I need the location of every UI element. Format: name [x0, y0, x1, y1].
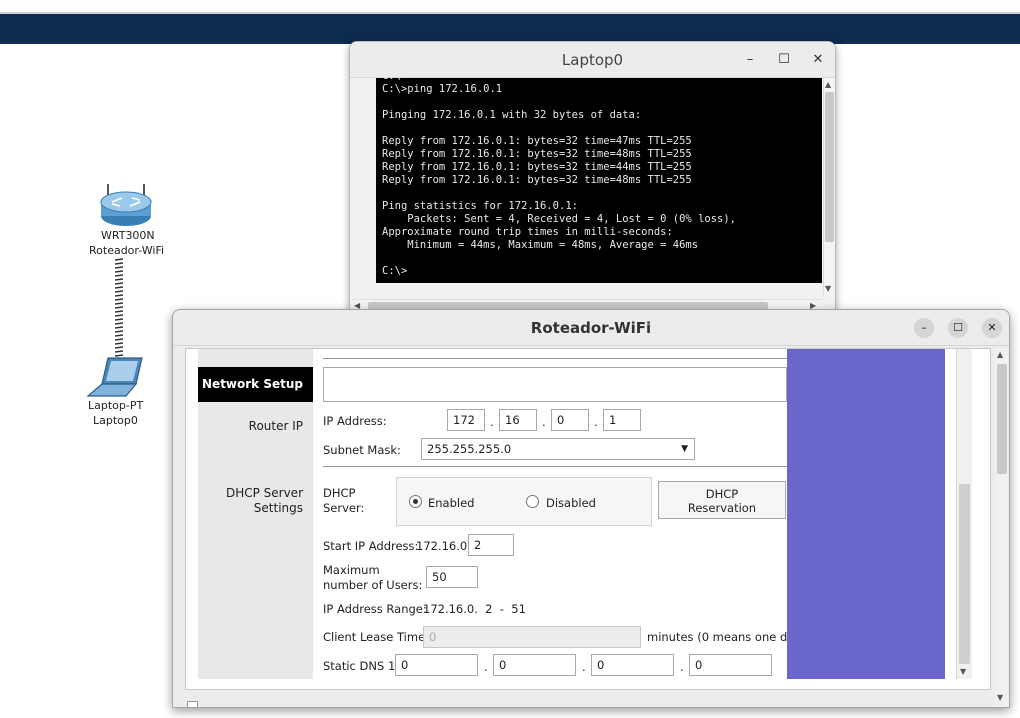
laptop-icon[interactable]	[86, 356, 146, 400]
workspace: WRT300N Roteador-WiFi Laptop-PT Laptop0	[0, 0, 1020, 718]
scroll-up-icon[interactable]: ▲	[825, 80, 831, 90]
window-scroll-thumb[interactable]	[997, 364, 1007, 474]
dns-dot-1: .	[484, 660, 488, 674]
section-divider	[323, 358, 787, 359]
minimize-icon[interactable]: –	[914, 318, 934, 338]
terminal-line: Reply from 172.16.0.1: bytes=32 time=48m…	[382, 174, 692, 186]
close-icon[interactable]: ✕	[808, 50, 828, 70]
router-gui-panel: Network Setup Router IP DHCP Server Sett…	[185, 348, 991, 690]
scroll-down-icon[interactable]: ▼	[825, 284, 831, 294]
ip-dot-1: .	[490, 415, 494, 429]
laptop-name-label: Laptop0	[93, 414, 138, 427]
terminal-line: Approximate round trip times in milli-se…	[382, 226, 673, 238]
client-lease-label: Client Lease Time:	[323, 630, 430, 644]
ip-octet-3-field[interactable]: 0	[551, 409, 589, 431]
router-config-window: Roteador-WiFi – ☐ ✕ Network Setup Router…	[172, 309, 1010, 708]
terminal-line: Reply from 172.16.0.1: bytes=32 time=47m…	[382, 135, 692, 147]
close-icon[interactable]: ✕	[982, 318, 1002, 338]
scroll-up-icon[interactable]: ▲	[997, 350, 1003, 360]
ip-address-label: IP Address:	[323, 414, 387, 428]
dhcp-server-label-text: DHCP Server:	[323, 486, 365, 515]
dns-dot-2: .	[582, 660, 586, 674]
laptop-window-title: Laptop0	[561, 51, 624, 69]
terminal-line: C:\>ping 172.16.0.1	[382, 83, 503, 95]
terminal-line: Reply from 172.16.0.1: bytes=32 time=48m…	[382, 148, 692, 160]
terminal-line: Minimum = 44ms, Maximum = 48ms, Average …	[382, 239, 699, 251]
dns-octet-1-field[interactable]: 0	[395, 654, 478, 676]
dhcp-server-label: DHCP Server:	[323, 486, 371, 516]
laptop-model-label: Laptop-PT	[88, 399, 144, 412]
router-window-title: Roteador-WiFi	[530, 319, 652, 337]
dhcp-disabled-label: Disabled	[546, 496, 596, 510]
router-ip-section-label: Router IP	[248, 419, 303, 433]
terminal-line: Reply from 172.16.0.1: bytes=32 time=44m…	[382, 161, 692, 173]
start-ip-label: Start IP Address:	[323, 539, 419, 553]
ip-octet-4-field[interactable]: 1	[603, 409, 641, 431]
max-users-label: Maximum number of Users:	[323, 563, 423, 592]
dns-octet-2-field[interactable]: 0	[493, 654, 576, 676]
subnet-mask-select[interactable]: 255.255.255.0 ▼	[421, 438, 695, 460]
terminal-scroll-thumb[interactable]	[825, 92, 834, 242]
window-vertical-scrollbar[interactable]: ▲ ▼	[995, 348, 1009, 707]
dns-octet-4-field[interactable]: 0	[689, 654, 772, 676]
start-ip-field[interactable]: 2	[468, 534, 514, 556]
network-setup-header-box	[323, 367, 787, 402]
network-setup-header: Network Setup	[198, 367, 313, 402]
ip-octet-1-field[interactable]: 172	[447, 409, 485, 431]
dhcp-reservation-button[interactable]: DHCP Reservation	[658, 481, 786, 519]
maximize-icon[interactable]: ☐	[948, 318, 968, 338]
minimize-icon[interactable]: –	[740, 50, 760, 70]
router-name-label: Roteador-WiFi	[89, 244, 165, 257]
client-lease-field: 0	[423, 626, 641, 648]
ip-dot-2: .	[542, 415, 546, 429]
static-dns-label: Static DNS 1:	[323, 659, 400, 673]
dhcp-enabled-label: Enabled	[428, 496, 475, 510]
settings-vertical-scrollbar[interactable]: ▼	[956, 349, 972, 679]
terminal-line: Pinging 172.16.0.1 with 32 bytes of data…	[382, 109, 642, 121]
side-banner-panel	[787, 349, 945, 679]
dns-octet-3-field[interactable]: 0	[591, 654, 674, 676]
router-model-label: WRT300N	[101, 229, 155, 242]
terminal-line: Packets: Sent = 4, Received = 4, Lost = …	[382, 213, 737, 225]
terminal-line: Ping statistics for 172.16.0.1:	[382, 200, 578, 212]
router-window-titlebar[interactable]: Roteador-WiFi – ☐ ✕	[173, 310, 1009, 346]
dhcp-enabled-radio[interactable]	[409, 495, 422, 508]
dhcp-settings-section-label: DHCP Server Settings	[225, 486, 303, 515]
partial-checkbox[interactable]	[187, 701, 198, 707]
terminal-vertical-scrollbar[interactable]: ▲ ▼	[823, 78, 835, 296]
start-ip-prefix: 172.16.0.	[416, 539, 471, 553]
ip-range-label: IP Address Range:	[323, 602, 427, 616]
command-prompt-terminal[interactable]: C:\> C:\>ping 172.16.0.1 Pinging 172.16.0…	[376, 78, 822, 283]
terminal-line: C:\>	[382, 265, 408, 277]
laptop-window-titlebar[interactable]: Laptop0 – ☐ ✕	[350, 42, 835, 78]
maximize-icon[interactable]: ☐	[774, 50, 794, 70]
subnet-mask-value: 255.255.255.0	[427, 442, 512, 456]
max-users-field[interactable]: 50	[426, 566, 478, 588]
client-lease-note: minutes (0 means one day)	[647, 630, 806, 644]
subnet-mask-label: Subnet Mask:	[323, 443, 401, 457]
wireless-link	[114, 258, 124, 357]
top-toolbar	[0, 14, 1020, 44]
ip-octet-2-field[interactable]: 16	[499, 409, 537, 431]
settings-scroll-thumb[interactable]	[959, 484, 970, 664]
section-divider	[323, 466, 787, 467]
ip-dot-3: .	[594, 415, 598, 429]
scroll-down-icon[interactable]: ▼	[997, 693, 1003, 703]
laptop-window: Laptop0 – ☐ ✕ C:\> C:\>ping 172.16.0.1 Pi…	[349, 41, 836, 313]
scroll-down-icon[interactable]: ▼	[960, 667, 966, 677]
dhcp-disabled-radio[interactable]	[526, 495, 539, 508]
ip-range-value: 172.16.0. 2 - 51	[423, 602, 526, 616]
dns-dot-3: .	[680, 660, 684, 674]
chevron-down-icon: ▼	[681, 444, 688, 454]
wireless-router-icon[interactable]	[98, 182, 154, 228]
